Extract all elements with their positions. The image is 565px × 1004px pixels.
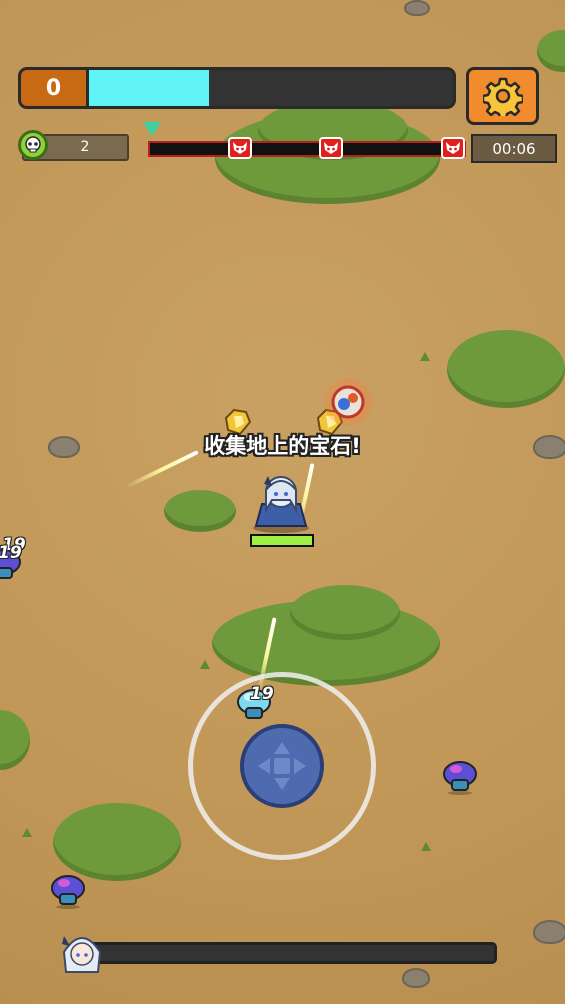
boss-demon-icon <box>441 137 465 159</box>
grass-patch <box>447 330 565 408</box>
gear-icon <box>482 77 523 116</box>
boss-demon-icon <box>319 137 343 159</box>
rock <box>402 968 430 988</box>
level-badge: 0 <box>21 70 89 106</box>
kill-count-value: 2 <box>80 139 90 155</box>
rock <box>533 435 565 459</box>
hero-health-fill <box>252 536 312 545</box>
grass-patch <box>0 710 30 770</box>
damage-number: 19 <box>0 543 22 563</box>
joystick-knob[interactable] <box>240 724 324 808</box>
grass-tuft <box>420 352 430 361</box>
rock <box>48 436 80 458</box>
enemy-mushroom-icon <box>443 761 477 795</box>
dpad-arrows-icon <box>258 742 306 790</box>
rock <box>533 920 565 944</box>
triangle-down-icon <box>143 122 161 136</box>
hint-text: 收集地上的宝石! <box>204 434 361 458</box>
grass-patch <box>537 30 565 72</box>
grass-tuft <box>421 842 431 851</box>
game-timer: 00:06 <box>471 134 557 163</box>
character-skill-bar <box>88 942 497 964</box>
grass-tuft <box>200 660 210 669</box>
grass-patch <box>164 490 236 532</box>
settings-button[interactable] <box>466 67 539 125</box>
experience-bar: 0 <box>18 67 456 109</box>
grass-tuft <box>22 828 32 837</box>
hero-character <box>253 476 309 533</box>
rock <box>404 0 430 16</box>
boss-demon-icon <box>228 137 252 159</box>
grass-patch <box>290 585 400 640</box>
magnet-pickup-icon <box>324 378 372 426</box>
hero-portrait-icon <box>62 936 102 973</box>
skull-icon <box>18 130 48 160</box>
experience-fill <box>89 70 209 106</box>
hero-health-bar <box>250 534 314 547</box>
enemy-mushroom-icon <box>51 875 85 909</box>
grass-patch <box>53 803 181 881</box>
wave-progress-bar <box>148 141 466 157</box>
